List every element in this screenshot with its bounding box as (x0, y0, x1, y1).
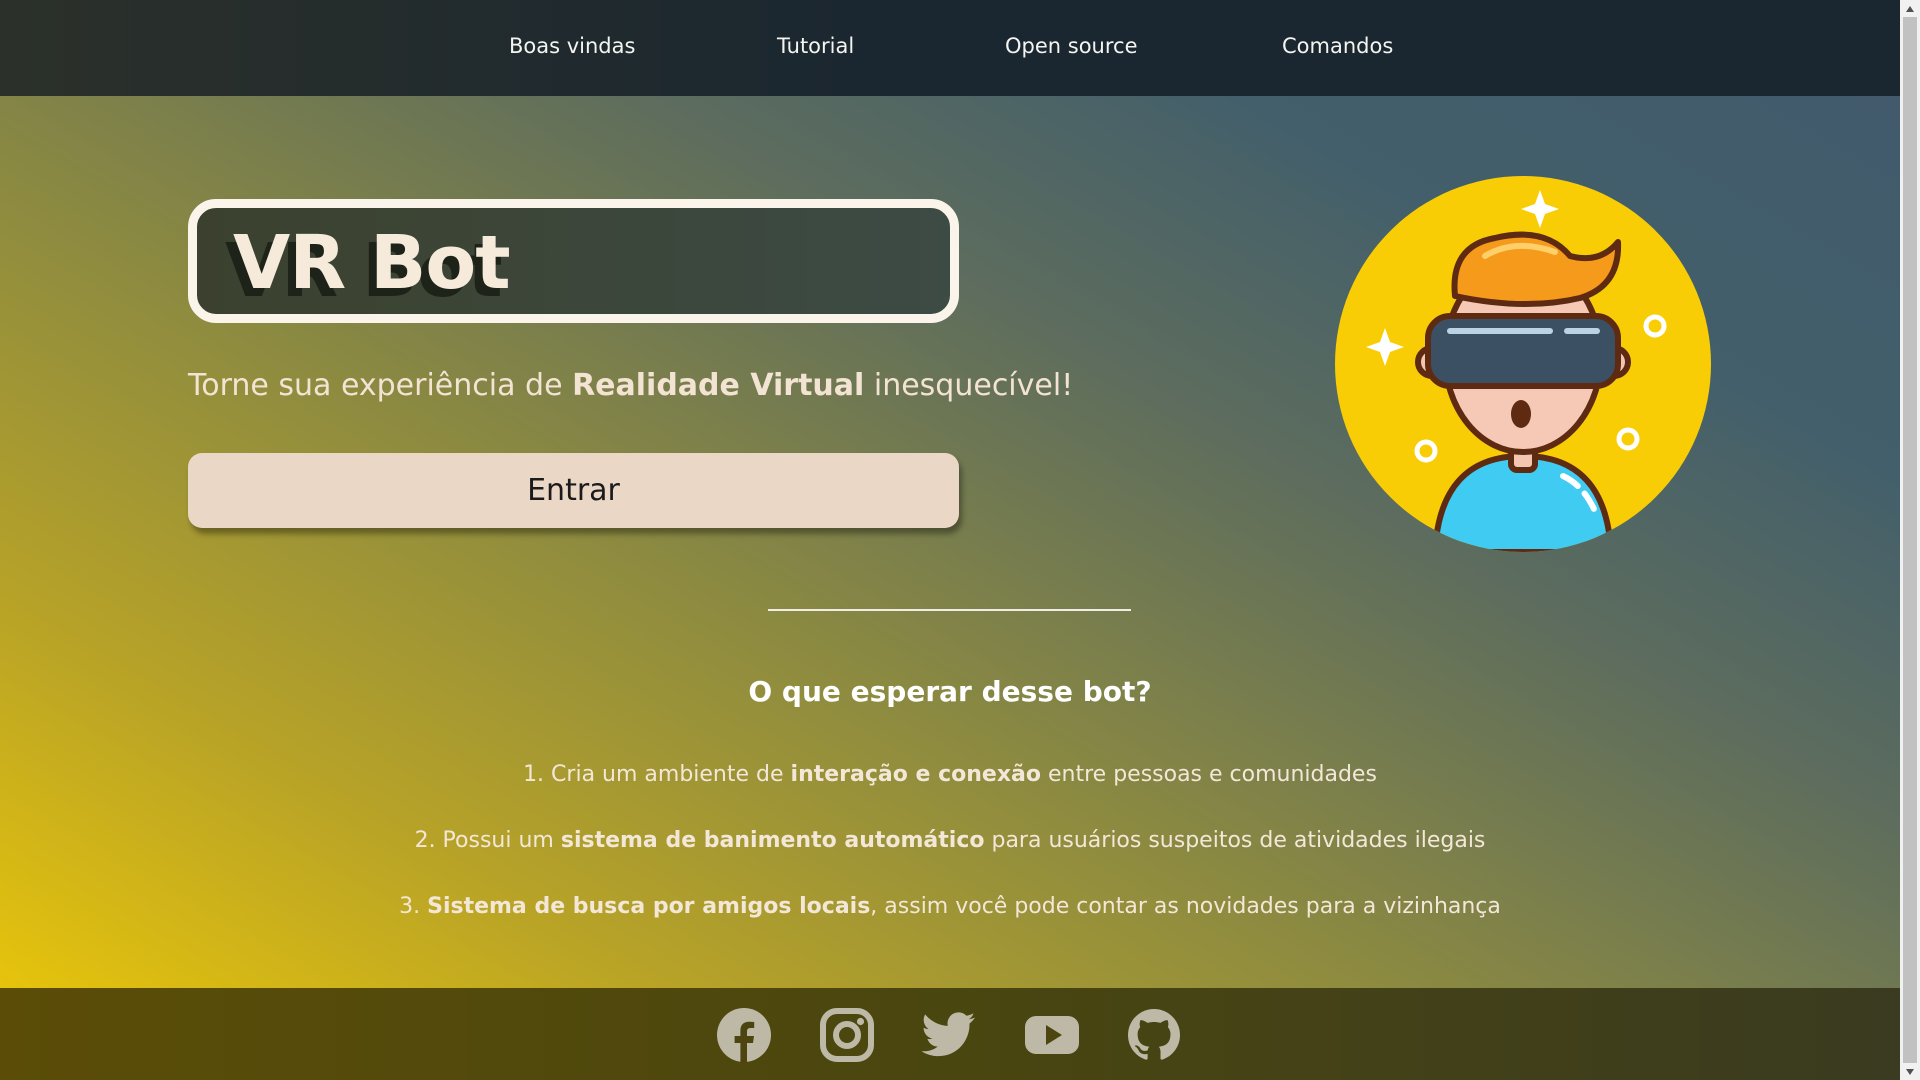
page: Boas vindas Tutorial Open source Comando… (0, 0, 1900, 1080)
hero-title-box: VR Bot (188, 199, 959, 323)
feature-3-pre: 3. (399, 894, 428, 919)
vertical-scrollbar[interactable] (1900, 0, 1920, 1080)
scroll-up-arrow-icon[interactable] (1900, 0, 1920, 17)
feature-1-post: entre pessoas e comunidades (1041, 762, 1377, 787)
instagram-icon[interactable] (819, 1007, 875, 1063)
navbar: Boas vindas Tutorial Open source Comando… (0, 0, 1900, 96)
nav-item-comandos[interactable]: Comandos (1282, 34, 1393, 58)
feature-1-bold: interação e conexão (790, 762, 1041, 787)
facebook-icon[interactable] (716, 1007, 772, 1063)
twitter-icon[interactable] (921, 1007, 977, 1063)
hero-subtitle-pre: Torne sua experiência de (188, 368, 573, 403)
feature-3-post: , assim você pode contar as novidades pa… (870, 894, 1501, 919)
scroll-down-arrow-icon[interactable] (1900, 1063, 1920, 1080)
github-icon[interactable] (1126, 1007, 1182, 1063)
feature-1-pre: 1. Cria um ambiente de (523, 762, 791, 787)
feature-2-pre: 2. Possui um (414, 828, 561, 853)
feature-item-3: 3. Sistema de busca por amigos locais, a… (0, 894, 1900, 960)
nav-item-tutorial[interactable]: Tutorial (777, 34, 854, 58)
scroll-thumb[interactable] (1903, 17, 1917, 1063)
feature-item-2: 2. Possui um sistema de banimento automá… (0, 828, 1900, 894)
feature-2-post: para usuários suspeitos de atividades il… (984, 828, 1486, 853)
nav-item-boas-vindas[interactable]: Boas vindas (509, 34, 635, 58)
nav-item-open-source[interactable]: Open source (1005, 34, 1138, 58)
hero-subtitle-bold: Realidade Virtual (572, 368, 865, 403)
features-title: O que esperar desse bot? (748, 675, 1152, 708)
feature-item-1: 1. Cria um ambiente de interação e conex… (0, 762, 1900, 828)
youtube-icon[interactable] (1024, 1007, 1080, 1063)
enter-button[interactable]: Entrar (188, 453, 959, 528)
vr-headset-person-icon (1335, 176, 1711, 552)
features-list: 1. Cria um ambiente de interação e conex… (0, 762, 1900, 960)
hero-title: VR Bot (233, 220, 511, 306)
hero-subtitle-post: inesquecível! (864, 368, 1074, 403)
feature-3-bold: Sistema de busca por amigos locais (427, 894, 871, 919)
section-divider (768, 609, 1131, 611)
feature-2-bold: sistema de banimento automático (560, 828, 985, 853)
hero-subtitle: Torne sua experiência de Realidade Virtu… (188, 368, 1073, 403)
